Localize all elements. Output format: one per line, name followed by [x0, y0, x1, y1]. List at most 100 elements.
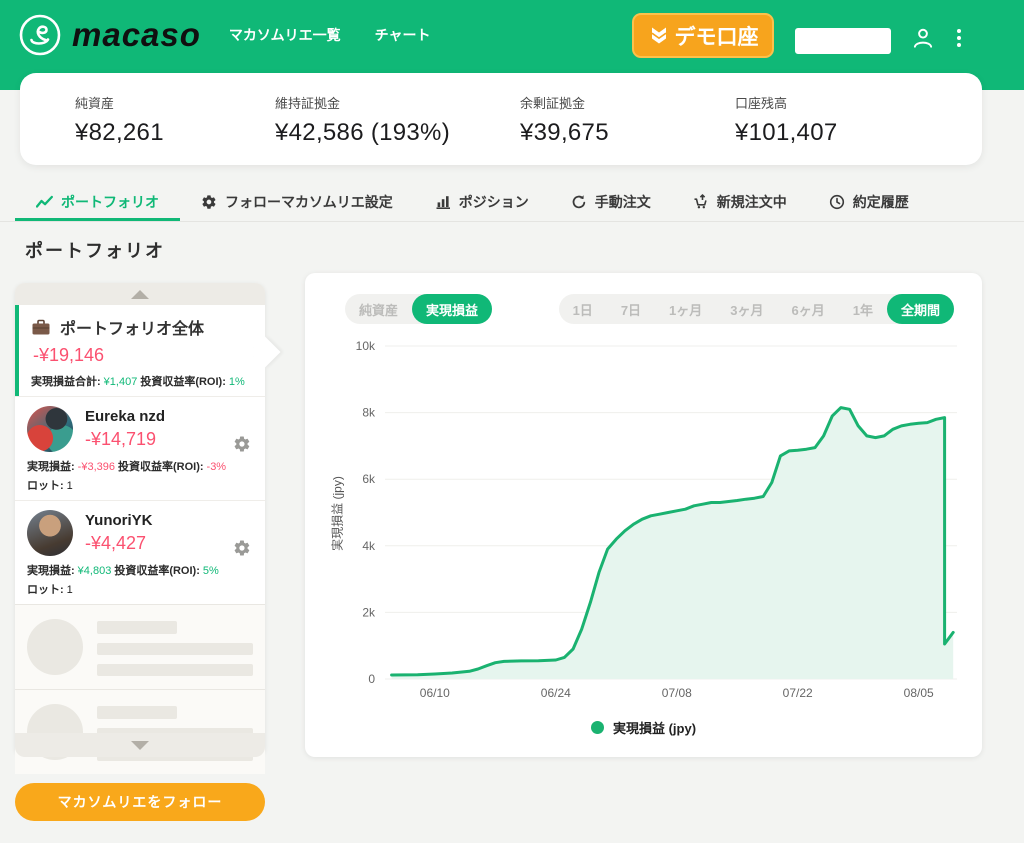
portfolio-summary-total: -¥19,146 — [33, 345, 105, 365]
item-stat-value: ¥4,803 — [77, 565, 112, 577]
tab-new-orders[interactable]: 新規注文中 — [672, 186, 808, 221]
range-1d[interactable]: 1日 — [559, 294, 607, 324]
header-nav: マカソムリエ一覧 チャート — [229, 25, 431, 45]
avatar — [27, 406, 73, 452]
svg-text:2k: 2k — [362, 605, 376, 619]
svg-text:06/10: 06/10 — [420, 686, 450, 700]
item-stat-value: -¥3,396 — [77, 461, 115, 473]
skeleton-avatar — [27, 619, 83, 675]
toggle-net-assets[interactable]: 純資産 — [345, 294, 412, 324]
tab-follow-sommelier-settings[interactable]: フォローマカソムリエ設定 — [180, 186, 414, 221]
sommelier-total: -¥14,719 — [85, 429, 157, 449]
demo-account-badge[interactable]: デモ口座 — [632, 13, 774, 58]
follow-sommelier-button[interactable]: マカソムリエをフォロー — [15, 783, 265, 821]
stat-free-margin: 余剰証拠金 ¥39,675 — [520, 93, 609, 147]
item-stat-label: 実現損益: — [27, 461, 75, 473]
sommelier-name: YunoriYK — [85, 512, 153, 529]
item-settings-gear-icon[interactable] — [233, 539, 251, 557]
stat-account-balance: 口座残高 ¥101,407 — [735, 93, 838, 147]
briefcase-icon — [31, 318, 51, 336]
stat-label: 口座残高 — [735, 96, 788, 111]
item-stat-label: 実現損益: — [27, 565, 75, 577]
nav-chart[interactable]: チャート — [375, 25, 431, 45]
more-menu-icon[interactable] — [952, 26, 966, 50]
page-title: ポートフォリオ — [25, 241, 165, 261]
sommelier-name: Eureka nzd — [85, 408, 166, 425]
tab-label: ポジション — [458, 194, 529, 210]
main-tabbar: ポートフォリオ フォローマカソムリエ設定 ポジション 手動注文 新規注文中 約定… — [0, 186, 1024, 222]
range-3m[interactable]: 3ヶ月 — [716, 294, 777, 324]
legend-dot-icon — [590, 721, 604, 734]
summary-stat-label: 投資収益率(ROI): — [140, 376, 226, 388]
sommelier-item-eureka[interactable]: Eureka nzd -¥14,719 実現損益: -¥3,396 投資収益率(… — [15, 396, 265, 500]
summary-stat-value: 1% — [228, 376, 245, 388]
gear-icon — [201, 194, 217, 210]
nav-sommelier-list[interactable]: マカソムリエ一覧 — [229, 25, 341, 45]
stat-label: 維持証拠金 — [275, 96, 341, 111]
beginner-mark-icon — [648, 25, 670, 47]
scroll-down-control[interactable] — [15, 733, 265, 757]
macaso-bird-icon — [18, 13, 62, 57]
stat-label: 純資産 — [75, 96, 115, 111]
metric-toggle-group: 純資産 実現損益 — [345, 294, 493, 324]
summary-stat-label: 実現損益合計: — [31, 376, 101, 388]
range-7d[interactable]: 7日 — [607, 294, 655, 324]
range-1y[interactable]: 1年 — [839, 294, 887, 324]
clock-icon — [829, 194, 845, 210]
skeleton-item — [15, 689, 265, 774]
item-stat-value: 1 — [66, 480, 73, 492]
bar-chart-icon — [435, 194, 451, 210]
stat-value: ¥42,586 (193%) — [275, 119, 450, 146]
user-profile-icon[interactable] — [910, 25, 936, 51]
brand-name: macaso — [72, 16, 201, 53]
svg-text:6k: 6k — [362, 472, 376, 486]
portfolio-summary-title: ポートフォリオ全体 — [60, 321, 205, 338]
scroll-up-control[interactable] — [15, 283, 265, 305]
tab-label: 約定履歴 — [852, 194, 909, 210]
y-axis-title: 実現損益 (jpy) — [330, 476, 345, 551]
item-settings-gear-icon[interactable] — [233, 435, 251, 453]
stat-value: ¥101,407 — [735, 119, 838, 146]
svg-text:08/05: 08/05 — [904, 686, 934, 700]
item-stat-label: ロット: — [27, 480, 64, 492]
cart-icon — [693, 194, 709, 210]
refresh-icon — [571, 194, 587, 210]
avatar — [27, 510, 73, 556]
svg-text:07/22: 07/22 — [783, 686, 813, 700]
portfolio-panel: ポートフォリオ全体 -¥19,146 実現損益合計: ¥1,407 投資収益率(… — [15, 283, 265, 774]
skeleton-item — [15, 604, 265, 689]
toggle-realized-pl[interactable]: 実現損益 — [412, 294, 493, 324]
stat-label: 余剰証拠金 — [520, 96, 586, 111]
tab-portfolio[interactable]: ポートフォリオ — [15, 186, 180, 221]
range-all[interactable]: 全期間 — [886, 294, 954, 324]
realized-pl-area-chart: 0 2k 4k 6k 8k 10k 06/10 06/24 07/08 07/22 08/05 — [356, 339, 957, 700]
stat-net-assets: 純資産 ¥82,261 — [75, 93, 164, 147]
range-1m[interactable]: 1ヶ月 — [655, 294, 716, 324]
chart-card: 純資産 実現損益 1日 7日 1ヶ月 3ヶ月 6ヶ月 1年 全期間 実現損益 (… — [305, 273, 982, 757]
tab-label: 手動注文 — [594, 194, 651, 210]
stat-value: ¥82,261 — [75, 119, 164, 146]
sommelier-item-yunoriyk[interactable]: YunoriYK -¥4,427 実現損益: ¥4,803 投資収益率(ROI)… — [15, 500, 265, 604]
portfolio-summary-card[interactable]: ポートフォリオ全体 -¥19,146 実現損益合計: ¥1,407 投資収益率(… — [15, 305, 265, 396]
tab-execution-history[interactable]: 約定履歴 — [808, 186, 930, 221]
username-redacted[interactable] — [795, 28, 891, 54]
svg-text:4k: 4k — [362, 539, 376, 553]
item-stat-value: -3% — [206, 461, 227, 473]
item-stat-label: 投資収益率(ROI): — [114, 565, 200, 577]
range-6m[interactable]: 6ヶ月 — [778, 294, 839, 324]
svg-text:8k: 8k — [362, 406, 376, 420]
item-stat-value: 5% — [202, 565, 219, 577]
brand-logo[interactable]: macaso — [18, 13, 201, 57]
svg-text:06/24: 06/24 — [541, 686, 571, 700]
svg-text:10k: 10k — [356, 339, 376, 353]
legend-label: 実現損益 (jpy) — [612, 721, 697, 736]
tab-label: フォローマカソムリエ設定 — [225, 194, 393, 210]
demo-account-label: デモ口座 — [674, 25, 759, 49]
tab-positions[interactable]: ポジション — [414, 186, 550, 221]
item-stat-label: ロット: — [27, 584, 64, 596]
tab-label: ポートフォリオ — [61, 194, 159, 210]
svg-text:0: 0 — [368, 672, 375, 686]
tab-manual-order[interactable]: 手動注文 — [550, 186, 672, 221]
svg-text:07/08: 07/08 — [662, 686, 692, 700]
triangle-up-icon — [131, 289, 149, 299]
